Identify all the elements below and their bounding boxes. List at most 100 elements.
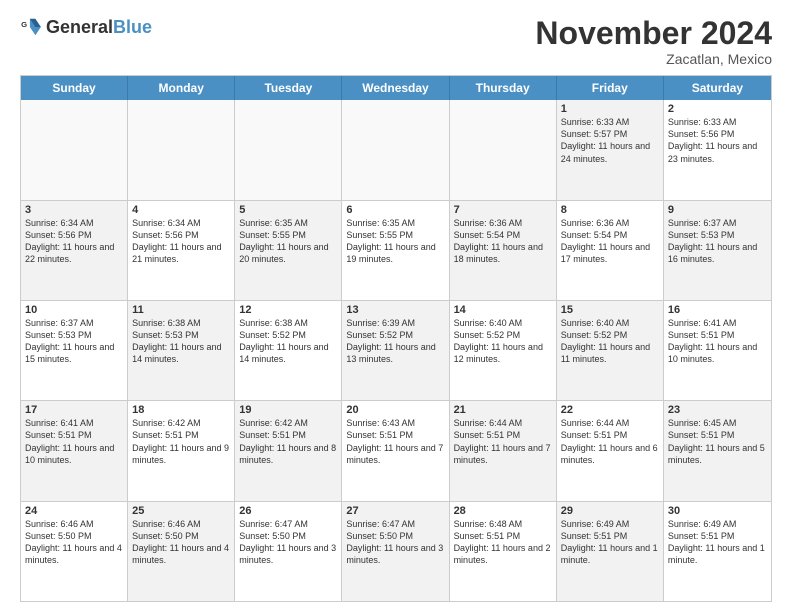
cal-cell-1-2: 5Sunrise: 6:35 AM Sunset: 5:55 PM Daylig…: [235, 201, 342, 300]
day-num-0-5: 1: [561, 103, 659, 115]
cal-cell-0-3: [342, 100, 449, 199]
cell-info-3-3: Sunrise: 6:43 AM Sunset: 5:51 PM Dayligh…: [346, 417, 444, 466]
cal-row-4: 24Sunrise: 6:46 AM Sunset: 5:50 PM Dayli…: [21, 502, 771, 601]
cell-info-2-5: Sunrise: 6:40 AM Sunset: 5:52 PM Dayligh…: [561, 317, 659, 366]
cal-cell-1-3: 6Sunrise: 6:35 AM Sunset: 5:55 PM Daylig…: [342, 201, 449, 300]
page: G GeneralBlue November 2024 Zacatlan, Me…: [0, 0, 792, 612]
svg-text:G: G: [21, 20, 27, 29]
header: G GeneralBlue November 2024 Zacatlan, Me…: [20, 16, 772, 67]
day-num-1-2: 5: [239, 204, 337, 216]
header-wednesday: Wednesday: [342, 76, 449, 100]
cal-cell-3-6: 23Sunrise: 6:45 AM Sunset: 5:51 PM Dayli…: [664, 401, 771, 500]
cal-cell-3-0: 17Sunrise: 6:41 AM Sunset: 5:51 PM Dayli…: [21, 401, 128, 500]
cell-info-1-3: Sunrise: 6:35 AM Sunset: 5:55 PM Dayligh…: [346, 217, 444, 266]
cell-info-3-5: Sunrise: 6:44 AM Sunset: 5:51 PM Dayligh…: [561, 417, 659, 466]
cal-cell-3-5: 22Sunrise: 6:44 AM Sunset: 5:51 PM Dayli…: [557, 401, 664, 500]
header-tuesday: Tuesday: [235, 76, 342, 100]
cal-cell-0-6: 2Sunrise: 6:33 AM Sunset: 5:56 PM Daylig…: [664, 100, 771, 199]
cal-cell-0-1: [128, 100, 235, 199]
day-num-4-0: 24: [25, 505, 123, 517]
day-num-3-4: 21: [454, 404, 552, 416]
day-num-2-2: 12: [239, 304, 337, 316]
day-num-1-1: 4: [132, 204, 230, 216]
day-num-4-6: 30: [668, 505, 767, 517]
day-num-2-5: 15: [561, 304, 659, 316]
calendar-body: 1Sunrise: 6:33 AM Sunset: 5:57 PM Daylig…: [21, 100, 771, 601]
day-num-1-5: 8: [561, 204, 659, 216]
cell-info-1-2: Sunrise: 6:35 AM Sunset: 5:55 PM Dayligh…: [239, 217, 337, 266]
cell-info-3-2: Sunrise: 6:42 AM Sunset: 5:51 PM Dayligh…: [239, 417, 337, 466]
cal-cell-4-4: 28Sunrise: 6:48 AM Sunset: 5:51 PM Dayli…: [450, 502, 557, 601]
cell-info-3-0: Sunrise: 6:41 AM Sunset: 5:51 PM Dayligh…: [25, 417, 123, 466]
day-num-0-6: 2: [668, 103, 767, 115]
cell-info-3-6: Sunrise: 6:45 AM Sunset: 5:51 PM Dayligh…: [668, 417, 767, 466]
cell-info-3-4: Sunrise: 6:44 AM Sunset: 5:51 PM Dayligh…: [454, 417, 552, 466]
cal-cell-0-4: [450, 100, 557, 199]
cell-info-4-2: Sunrise: 6:47 AM Sunset: 5:50 PM Dayligh…: [239, 518, 337, 567]
day-num-2-6: 16: [668, 304, 767, 316]
logo-general: General: [46, 17, 113, 37]
cell-info-1-4: Sunrise: 6:36 AM Sunset: 5:54 PM Dayligh…: [454, 217, 552, 266]
cell-info-1-1: Sunrise: 6:34 AM Sunset: 5:56 PM Dayligh…: [132, 217, 230, 266]
cal-cell-0-2: [235, 100, 342, 199]
day-num-1-6: 9: [668, 204, 767, 216]
cell-info-0-6: Sunrise: 6:33 AM Sunset: 5:56 PM Dayligh…: [668, 116, 767, 165]
cal-cell-0-0: [21, 100, 128, 199]
day-num-4-2: 26: [239, 505, 337, 517]
cal-cell-3-2: 19Sunrise: 6:42 AM Sunset: 5:51 PM Dayli…: [235, 401, 342, 500]
cal-cell-2-6: 16Sunrise: 6:41 AM Sunset: 5:51 PM Dayli…: [664, 301, 771, 400]
cell-info-4-5: Sunrise: 6:49 AM Sunset: 5:51 PM Dayligh…: [561, 518, 659, 567]
cal-cell-4-2: 26Sunrise: 6:47 AM Sunset: 5:50 PM Dayli…: [235, 502, 342, 601]
title-block: November 2024 Zacatlan, Mexico: [535, 16, 772, 67]
cell-info-4-0: Sunrise: 6:46 AM Sunset: 5:50 PM Dayligh…: [25, 518, 123, 567]
day-num-3-3: 20: [346, 404, 444, 416]
cal-cell-1-1: 4Sunrise: 6:34 AM Sunset: 5:56 PM Daylig…: [128, 201, 235, 300]
cell-info-2-3: Sunrise: 6:39 AM Sunset: 5:52 PM Dayligh…: [346, 317, 444, 366]
cal-cell-3-3: 20Sunrise: 6:43 AM Sunset: 5:51 PM Dayli…: [342, 401, 449, 500]
day-num-2-1: 11: [132, 304, 230, 316]
cell-info-0-5: Sunrise: 6:33 AM Sunset: 5:57 PM Dayligh…: [561, 116, 659, 165]
cal-cell-2-5: 15Sunrise: 6:40 AM Sunset: 5:52 PM Dayli…: [557, 301, 664, 400]
cal-cell-1-6: 9Sunrise: 6:37 AM Sunset: 5:53 PM Daylig…: [664, 201, 771, 300]
day-num-1-3: 6: [346, 204, 444, 216]
cell-info-4-6: Sunrise: 6:49 AM Sunset: 5:51 PM Dayligh…: [668, 518, 767, 567]
day-num-1-4: 7: [454, 204, 552, 216]
day-num-4-4: 28: [454, 505, 552, 517]
cal-row-0: 1Sunrise: 6:33 AM Sunset: 5:57 PM Daylig…: [21, 100, 771, 200]
cal-cell-4-1: 25Sunrise: 6:46 AM Sunset: 5:50 PM Dayli…: [128, 502, 235, 601]
day-num-2-4: 14: [454, 304, 552, 316]
cal-cell-1-4: 7Sunrise: 6:36 AM Sunset: 5:54 PM Daylig…: [450, 201, 557, 300]
cal-row-2: 10Sunrise: 6:37 AM Sunset: 5:53 PM Dayli…: [21, 301, 771, 401]
cal-row-1: 3 Sunrise: 6:34 AM Sunset: 5:56 PM Daylig…: [21, 201, 771, 301]
cell-info-2-1: Sunrise: 6:38 AM Sunset: 5:53 PM Dayligh…: [132, 317, 230, 366]
day-num-2-0: 10: [25, 304, 123, 316]
cal-cell-3-4: 21Sunrise: 6:44 AM Sunset: 5:51 PM Dayli…: [450, 401, 557, 500]
day-num-1-0: 3: [25, 204, 123, 216]
cal-row-3: 17Sunrise: 6:41 AM Sunset: 5:51 PM Dayli…: [21, 401, 771, 501]
day-num-3-0: 17: [25, 404, 123, 416]
cell-info-2-0: Sunrise: 6:37 AM Sunset: 5:53 PM Dayligh…: [25, 317, 123, 366]
day-num-3-6: 23: [668, 404, 767, 416]
cell-info-2-6: Sunrise: 6:41 AM Sunset: 5:51 PM Dayligh…: [668, 317, 767, 366]
header-sunday: Sunday: [21, 76, 128, 100]
cell-info-2-4: Sunrise: 6:40 AM Sunset: 5:52 PM Dayligh…: [454, 317, 552, 366]
cell-info-4-4: Sunrise: 6:48 AM Sunset: 5:51 PM Dayligh…: [454, 518, 552, 567]
cell-info-4-3: Sunrise: 6:47 AM Sunset: 5:50 PM Dayligh…: [346, 518, 444, 567]
cal-cell-1-0: 3Sunrise: 6:34 AM Sunset: 5:56 PM Daylig…: [21, 201, 128, 300]
calendar-header: Sunday Monday Tuesday Wednesday Thursday…: [21, 76, 771, 100]
cal-cell-0-5: 1Sunrise: 6:33 AM Sunset: 5:57 PM Daylig…: [557, 100, 664, 199]
cal-cell-4-5: 29Sunrise: 6:49 AM Sunset: 5:51 PM Dayli…: [557, 502, 664, 601]
month-title: November 2024: [535, 16, 772, 51]
cal-cell-3-1: 18Sunrise: 6:42 AM Sunset: 5:51 PM Dayli…: [128, 401, 235, 500]
day-num-4-1: 25: [132, 505, 230, 517]
cell-info-1-6: Sunrise: 6:37 AM Sunset: 5:53 PM Dayligh…: [668, 217, 767, 266]
cell-info-3-1: Sunrise: 6:42 AM Sunset: 5:51 PM Dayligh…: [132, 417, 230, 466]
cal-cell-4-3: 27Sunrise: 6:47 AM Sunset: 5:50 PM Dayli…: [342, 502, 449, 601]
cal-cell-2-4: 14Sunrise: 6:40 AM Sunset: 5:52 PM Dayli…: [450, 301, 557, 400]
cal-cell-2-2: 12Sunrise: 6:38 AM Sunset: 5:52 PM Dayli…: [235, 301, 342, 400]
cal-cell-2-0: 10Sunrise: 6:37 AM Sunset: 5:53 PM Dayli…: [21, 301, 128, 400]
cell-info-4-1: Sunrise: 6:46 AM Sunset: 5:50 PM Dayligh…: [132, 518, 230, 567]
day-num-3-2: 19: [239, 404, 337, 416]
cal-cell-1-5: 8Sunrise: 6:36 AM Sunset: 5:54 PM Daylig…: [557, 201, 664, 300]
day-num-4-3: 27: [346, 505, 444, 517]
